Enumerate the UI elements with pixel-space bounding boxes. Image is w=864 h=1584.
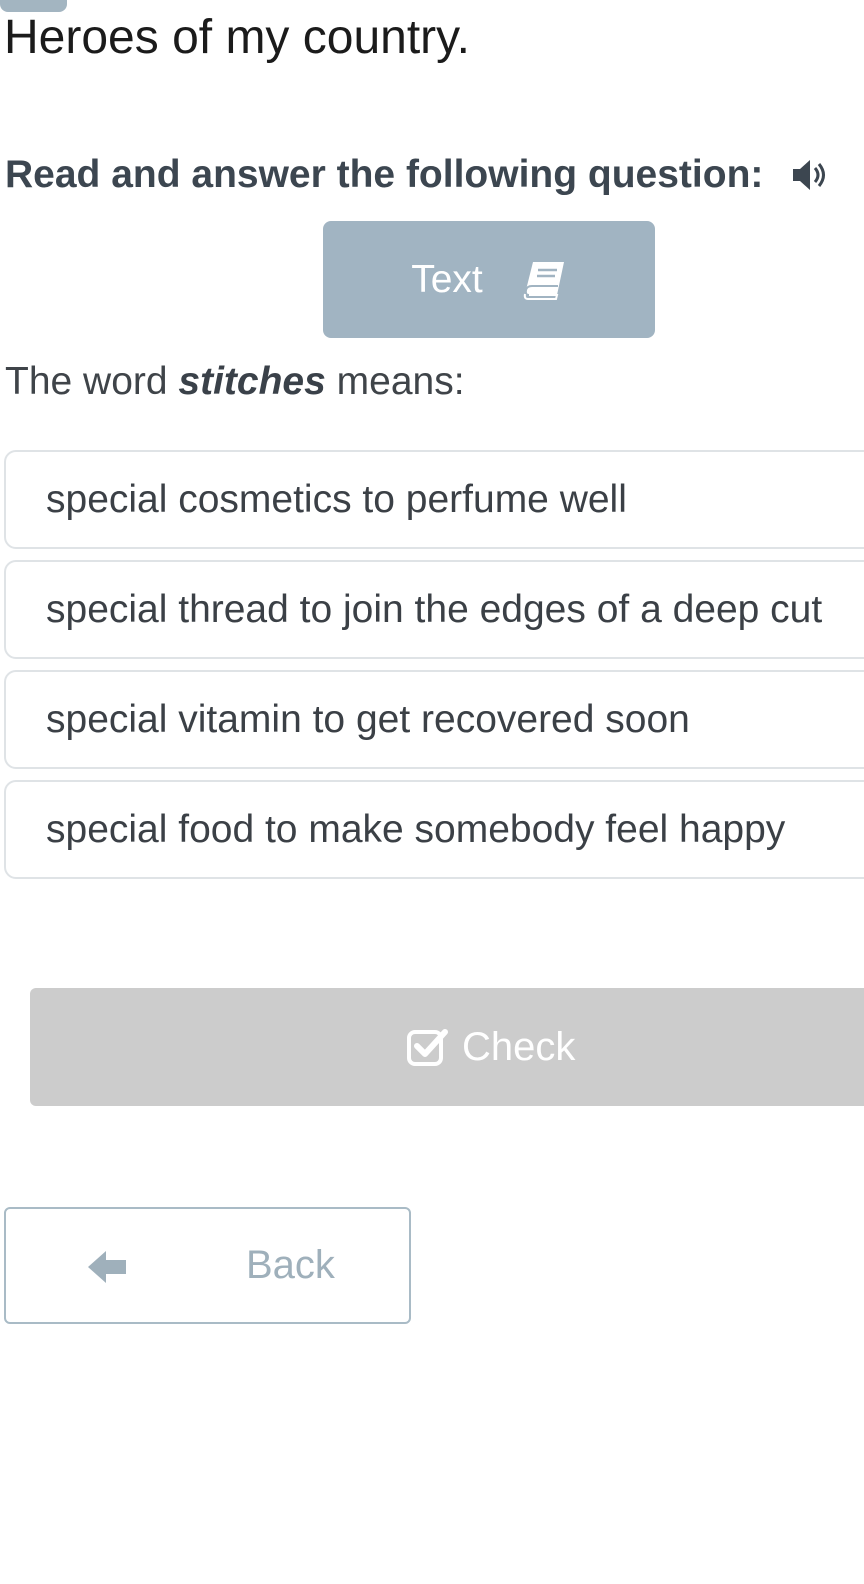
answer-option[interactable]: special thread to join the edges of a de…	[4, 560, 864, 659]
check-button-content: Check	[406, 988, 575, 1106]
answer-option-label: special vitamin to get recovered soon	[46, 697, 690, 741]
text-button-label: Text	[411, 257, 483, 301]
answer-option-label: special cosmetics to perfume well	[46, 477, 627, 521]
answer-option-label: special food to make somebody feel happy	[46, 807, 786, 851]
back-button-label: Back	[246, 1243, 335, 1287]
check-button-label: Check	[462, 1024, 576, 1069]
page: Heroes of my country. Read and answer th…	[0, 0, 864, 1584]
speaker-icon[interactable]	[791, 155, 827, 195]
back-button[interactable]: Back	[4, 1207, 411, 1324]
instruction-row: Read and answer the following question:	[5, 153, 827, 197]
question-keyword: stitches	[178, 360, 326, 403]
checkbox-check-icon	[407, 1029, 448, 1066]
question-prefix: The word	[5, 360, 179, 403]
book-icon	[523, 261, 564, 300]
page-title: Heroes of my country.	[4, 11, 470, 64]
text-button[interactable]: Text	[323, 221, 655, 338]
check-button[interactable]: Check	[30, 988, 864, 1106]
answer-option[interactable]: special vitamin to get recovered soon	[4, 670, 864, 769]
instruction-text: Read and answer the following question:	[5, 153, 764, 196]
answer-option[interactable]: special food to make somebody feel happy	[4, 780, 864, 879]
arrow-left-icon	[88, 1251, 126, 1283]
question-suffix: means:	[325, 360, 465, 403]
answer-option-label: special thread to join the edges of a de…	[46, 587, 823, 631]
question-text: The word stitches means:	[5, 360, 465, 404]
answer-option[interactable]: special cosmetics to perfume well	[4, 450, 864, 549]
answer-options: special cosmetics to perfume well specia…	[4, 450, 864, 890]
